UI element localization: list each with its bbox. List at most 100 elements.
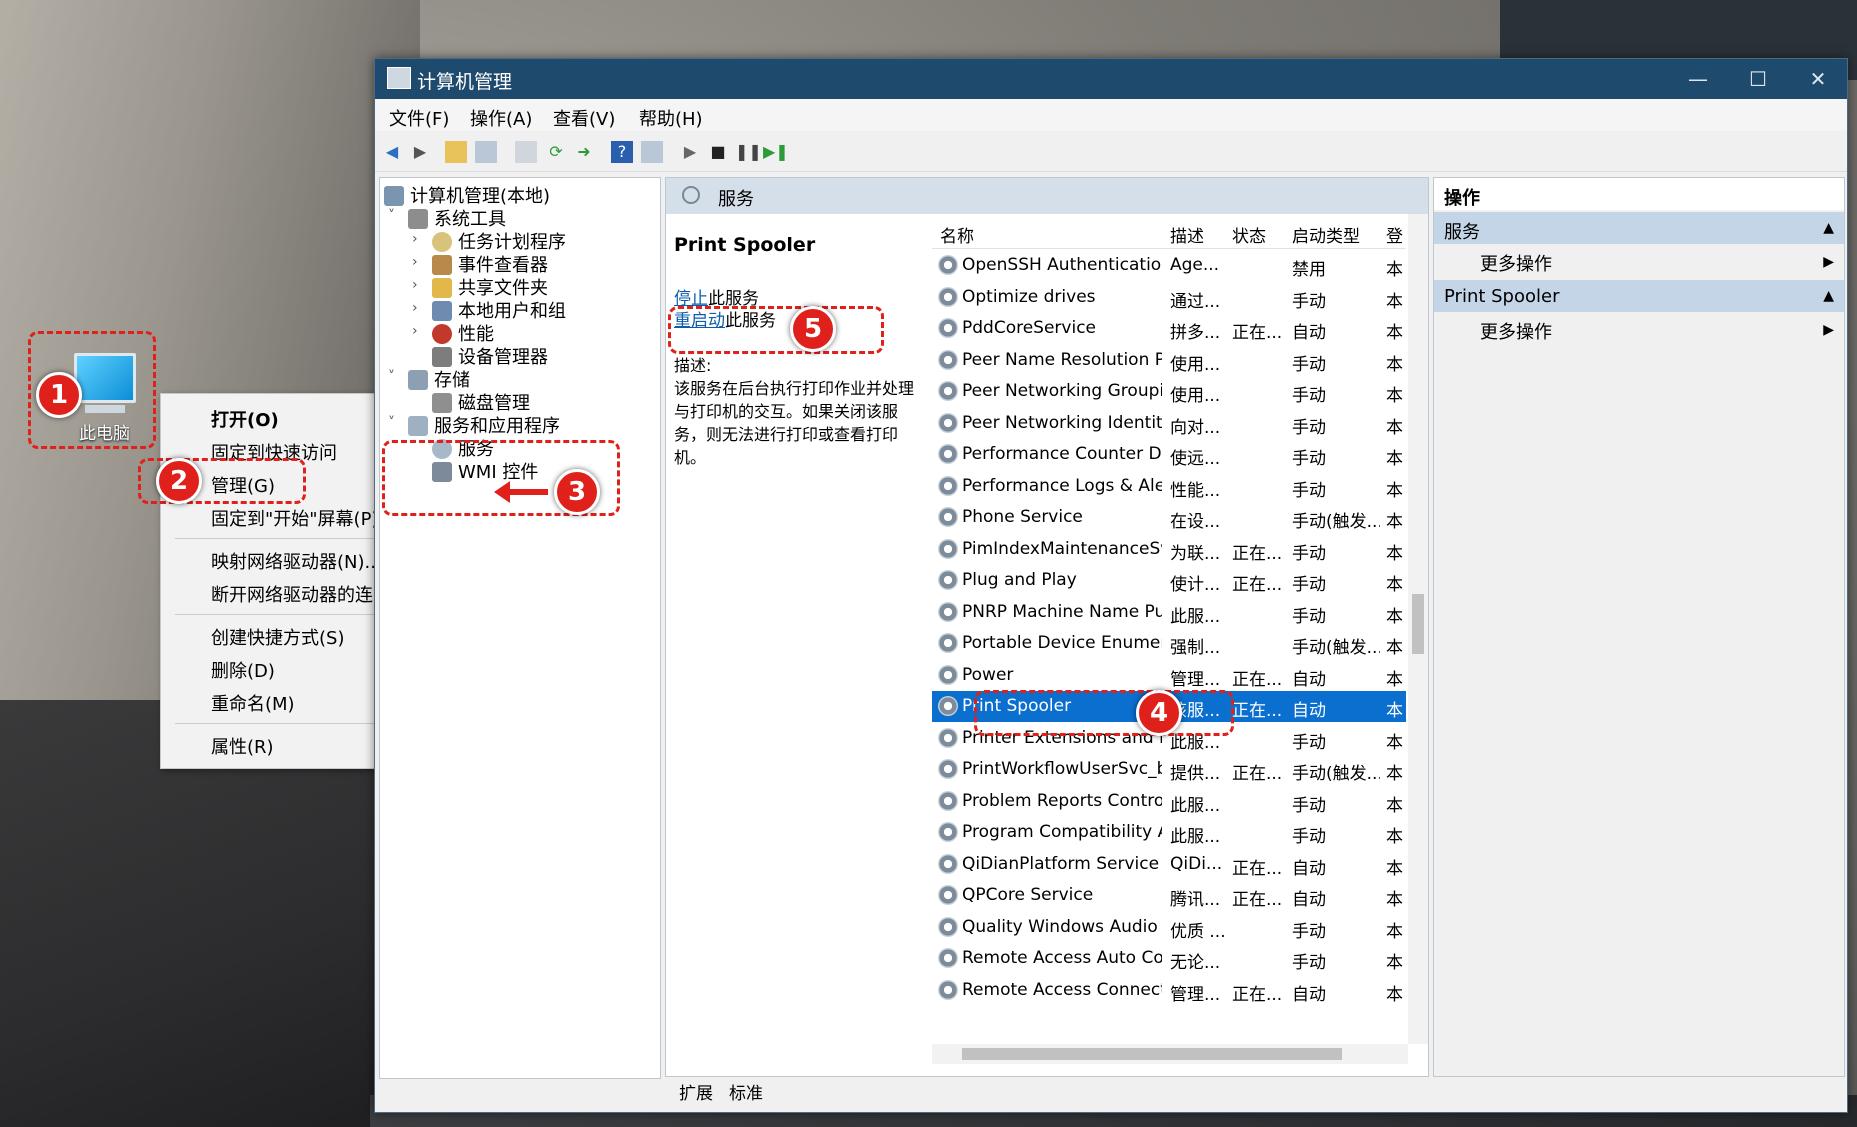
table-row[interactable]: Peer Networking Grouping 使用... 手动 本 [932, 376, 1406, 407]
menu-item-create-shortcut[interactable]: 创建快捷方式(S) [211, 624, 344, 650]
menu-item-open[interactable]: 打开(O) [211, 406, 279, 432]
table-row[interactable]: Portable Device Enumerat... 强制... 手动(触发...… [932, 628, 1406, 659]
start-service-icon[interactable]: ▶ [679, 141, 701, 163]
menu-item-delete[interactable]: 删除(D) [211, 657, 275, 683]
cell-desc: 为联... [1170, 543, 1221, 564]
folder-up-icon[interactable] [445, 141, 467, 163]
menu-item-map-drive[interactable]: 映射网络驱动器(N)... [211, 548, 382, 574]
cell-desc: Age... [1170, 255, 1220, 275]
table-row[interactable]: Remote Access Connectio... 管理... 正在... 自动 本 [932, 975, 1406, 1006]
menu-view[interactable]: 查看(V) [553, 105, 615, 131]
cell-logon: 本 [1386, 890, 1403, 910]
menu-file[interactable]: 文件(F) [389, 105, 449, 131]
gear-icon [938, 255, 958, 275]
tab-extended[interactable]: 扩展 [679, 1079, 713, 1104]
chevron-right-icon[interactable]: › [412, 231, 418, 247]
table-row[interactable]: Peer Name Resolution Pro... 使用... 手动 本 [932, 345, 1406, 376]
cell-startup: 自动 [1292, 858, 1326, 879]
menu-help[interactable]: 帮助(H) [639, 105, 703, 131]
menu-separator [175, 538, 375, 539]
menu-item-rename[interactable]: 重命名(M) [211, 690, 295, 716]
table-row[interactable]: PimIndexMaintenanceSvc_... 为联... 正在... 手动 本 [932, 534, 1406, 565]
chevron-right-icon[interactable]: › [412, 323, 418, 339]
maximize-button[interactable]: ☐ [1735, 63, 1781, 95]
table-row[interactable]: QiDianPlatform Service QiDi... 正在... 自动 本 [932, 849, 1406, 880]
table-row[interactable]: Peer Networking Identity ... 向对... 手动 本 [932, 408, 1406, 439]
gear-icon [938, 885, 958, 905]
menu-item-pin-start[interactable]: 固定到"开始"屏幕(P) [211, 505, 378, 531]
forward-icon[interactable]: ▶ [409, 141, 431, 163]
scroll-thumb[interactable] [1412, 594, 1424, 654]
pause-service-icon[interactable]: ❚❚ [735, 141, 762, 163]
annotation-arrow-icon [494, 481, 548, 503]
menu-action[interactable]: 操作(A) [470, 105, 532, 131]
refresh-icon[interactable]: ⟳ [545, 141, 567, 163]
service-description: 描述: 该服务在后台执行打印作业并处理与打印机的交互。如果关闭该服务，则无法进行… [674, 354, 924, 469]
table-row[interactable]: Remote Access Auto Conn... 无论... 手动 本 [932, 943, 1406, 974]
horizontal-scrollbar[interactable] [932, 1044, 1408, 1064]
table-row[interactable]: Problem Reports Control P... 此服... 手动 本 [932, 786, 1406, 817]
table-row[interactable]: PddCoreService 拼多... 正在... 自动 本 [932, 313, 1406, 344]
cell-startup: 手动 [1292, 480, 1326, 501]
shared-folder-icon [432, 278, 452, 298]
chevron-down-icon[interactable]: ˅ [388, 415, 395, 431]
tab-standard[interactable]: 标准 [729, 1079, 763, 1104]
chevron-down-icon[interactable]: ˅ [388, 208, 395, 224]
cell-desc: 拼多... [1170, 323, 1221, 343]
table-row[interactable]: Power 管理... 正在... 自动 本 [932, 660, 1406, 691]
table-row[interactable]: Performance Counter DLL ... 使远... 手动 本 [932, 439, 1406, 470]
column-status[interactable]: 状态 [1232, 222, 1266, 247]
cell-desc: 此服... [1170, 795, 1221, 816]
actions-section-services[interactable]: 服务 ▲ [1434, 212, 1844, 244]
help-icon[interactable]: ? [611, 141, 633, 163]
table-row[interactable]: OpenSSH Authentication ... Age... 禁用 本 [932, 250, 1406, 281]
menu-item-properties[interactable]: 属性(R) [211, 733, 274, 759]
table-row[interactable]: PNRP Machine Name Publ... 此服... 手动 本 [932, 597, 1406, 628]
table-row[interactable]: Plug and Play 使计... 正在... 手动 本 [932, 565, 1406, 596]
table-row[interactable]: Program Compatibility Assi... 此服... 手动 本 [932, 817, 1406, 848]
table-row[interactable]: Phone Service 在设... 手动(触发... 本 [932, 502, 1406, 533]
cell-status: 正在... [1232, 890, 1283, 910]
actions-more-2[interactable]: 更多操作 [1480, 318, 1552, 344]
column-description[interactable]: 描述 [1170, 222, 1204, 247]
restart-service-icon[interactable]: ▶❚ [763, 141, 789, 163]
show-tree-icon[interactable] [475, 141, 497, 163]
cell-name: PddCoreService [962, 318, 1097, 338]
chevron-down-icon[interactable]: ˅ [388, 369, 395, 385]
column-name[interactable]: 名称 [940, 222, 974, 247]
gear-icon [938, 979, 958, 1000]
gear-icon [938, 538, 958, 559]
actions-pane: 操作 服务 ▲ 更多操作 ▶ Print Spooler ▲ 更多操作 ▶ [1433, 177, 1845, 1077]
actions-section-print-spooler[interactable]: Print Spooler ▲ [1434, 280, 1844, 312]
action-pane-icon[interactable] [641, 141, 663, 163]
back-icon[interactable]: ◀ [381, 141, 403, 163]
cell-logon: 本 [1386, 354, 1403, 375]
cell-desc: 提供... [1170, 764, 1221, 784]
menu-item-disconnect-drive[interactable]: 断开网络驱动器的连 [211, 581, 373, 607]
title-bar[interactable]: 计算机管理 — ☐ ✕ [375, 59, 1847, 99]
properties-icon[interactable] [515, 141, 537, 163]
vertical-scrollbar[interactable] [1408, 214, 1428, 1044]
minimize-button[interactable]: — [1675, 63, 1721, 95]
export-icon[interactable]: ➜ [573, 141, 595, 163]
table-row[interactable]: QPCore Service 腾讯... 正在... 自动 本 [932, 880, 1406, 911]
column-startup-type[interactable]: 启动类型 [1292, 222, 1360, 247]
actions-title: 操作 [1434, 178, 1844, 210]
gear-icon [938, 822, 958, 842]
table-row[interactable]: PrintWorkflowUserSvc_b3e... 提供... 正在... 手动(… [932, 754, 1406, 785]
table-row[interactable]: Optimize drives 通过... 手动 本 [932, 282, 1406, 313]
users-icon [432, 301, 452, 321]
actions-more-1[interactable]: 更多操作 [1480, 250, 1552, 276]
cell-startup: 自动 [1292, 890, 1326, 910]
chevron-right-icon[interactable]: › [412, 277, 418, 293]
cell-name: Performance Logs & Alerts [962, 475, 1162, 496]
cell-desc: 管理... [1170, 984, 1221, 1005]
chevron-right-icon[interactable]: › [412, 300, 418, 316]
stop-service-icon[interactable]: ■ [707, 141, 729, 163]
scroll-thumb[interactable] [962, 1048, 1342, 1060]
close-button[interactable]: ✕ [1795, 63, 1841, 95]
table-row[interactable]: Performance Logs & Alerts 性能... 手动 本 [932, 471, 1406, 502]
chevron-right-icon[interactable]: › [412, 254, 418, 270]
column-logon[interactable]: 登 [1386, 222, 1403, 247]
table-row[interactable]: Quality Windows Audio Vi... 优质 ... 手动 本 [932, 912, 1406, 943]
